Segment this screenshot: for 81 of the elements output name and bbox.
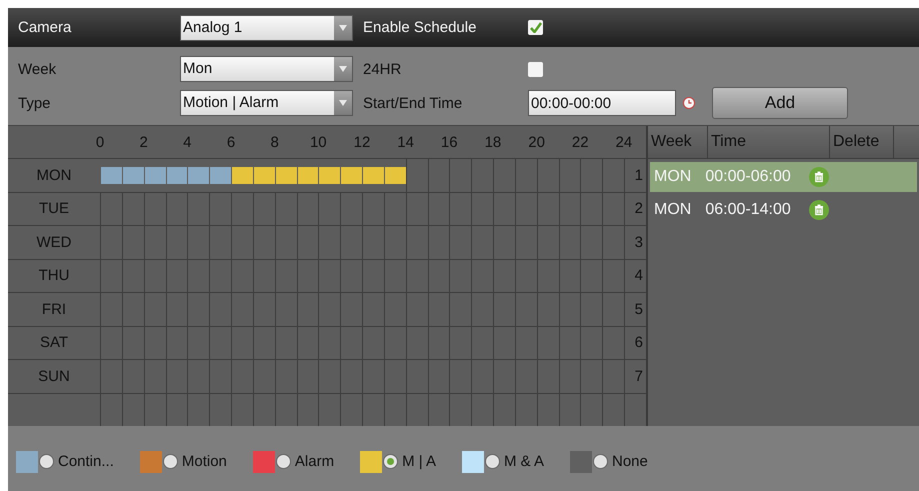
list-cell: 06:00-14:00: [705, 201, 791, 219]
day-label: SAT: [38, 334, 70, 352]
hour-label: 16: [440, 134, 459, 150]
trash-icon: [808, 200, 829, 220]
checkbox[interactable]: [528, 20, 543, 35]
schedule-block[interactable]: [319, 166, 340, 184]
legend-label: M | A: [402, 453, 436, 470]
legend-label: M & A: [504, 453, 544, 470]
field-label: Start/End Time: [362, 94, 464, 112]
legend-label: Alarm: [294, 453, 334, 470]
legend-label: Contin...: [58, 453, 114, 470]
column-header: Week: [648, 126, 708, 158]
list-cell: 00:00-06:00: [705, 168, 791, 186]
hour-label: 6: [226, 134, 236, 150]
column-header: Time: [708, 126, 830, 158]
column-header: Delete: [830, 126, 894, 158]
schedule-block[interactable]: [254, 166, 275, 184]
row-number: 3: [624, 226, 646, 258]
list-cell: MON: [654, 201, 692, 219]
checkmark-icon: [530, 22, 542, 33]
legend-label: Motion: [182, 453, 227, 470]
row-number: 7: [624, 360, 646, 392]
day-label: WED: [36, 234, 72, 251]
dropdown[interactable]: Analog 1: [180, 14, 353, 40]
radio-button[interactable]: [593, 454, 608, 469]
field-label: Enable Schedule: [362, 19, 478, 36]
caret-icon: [339, 24, 347, 30]
radio-button[interactable]: [484, 454, 500, 469]
radio-button[interactable]: [383, 454, 398, 469]
row-number: 4: [624, 260, 646, 292]
radio-button[interactable]: [39, 454, 54, 469]
hour-label: 8: [269, 134, 280, 150]
schedule-block[interactable]: [101, 166, 122, 184]
schedule-block[interactable]: [210, 166, 231, 184]
schedule-block[interactable]: [166, 166, 188, 184]
hour-label: 4: [182, 134, 192, 150]
field-label: Type: [17, 94, 52, 112]
hour-label: 24: [614, 134, 634, 150]
trash-icon: [808, 167, 829, 187]
row-number: 1: [624, 159, 646, 192]
hour-label: 10: [308, 134, 328, 150]
schedule-block[interactable]: [341, 166, 362, 184]
schedule-block[interactable]: [144, 166, 166, 184]
row-number: 2: [624, 192, 646, 225]
hour-label: 22: [570, 134, 590, 150]
dropdown[interactable]: Mon: [180, 56, 353, 82]
day-label: SUN: [37, 368, 71, 385]
schedule-block[interactable]: [232, 166, 253, 184]
schedule-block[interactable]: [276, 166, 296, 184]
day-label: TUE: [38, 200, 70, 218]
radio-button[interactable]: [276, 454, 291, 469]
list-cell: MON: [654, 168, 692, 186]
row-number: 5: [624, 293, 646, 326]
field-label: Week: [17, 60, 58, 78]
hour-label: 20: [527, 134, 546, 150]
field-label: Camera: [17, 19, 72, 36]
checkbox[interactable]: [528, 62, 543, 76]
day-label: MON: [36, 166, 72, 184]
schedule-block[interactable]: [363, 166, 384, 184]
clock-icon: [683, 97, 695, 109]
schedule-block[interactable]: [122, 166, 144, 184]
day-label: FRI: [40, 300, 68, 318]
radio-button[interactable]: [162, 454, 178, 469]
schedule-list-row[interactable]: MON 06:00-14:00: [650, 195, 917, 225]
schedule-block[interactable]: [298, 166, 318, 184]
hour-label: 12: [352, 134, 372, 150]
caret-icon: [339, 66, 347, 72]
add-button[interactable]: Add: [712, 87, 848, 119]
row-number: 6: [624, 326, 646, 359]
dropdown[interactable]: Motion | Alarm: [180, 90, 353, 116]
hour-label: 14: [396, 134, 415, 150]
hour-label: 2: [138, 134, 149, 150]
caret-icon: [339, 100, 347, 106]
time-input-field[interactable]: 00:00-00:00: [528, 90, 676, 116]
hour-label: 18: [484, 134, 502, 150]
day-label: THU: [38, 267, 70, 284]
schedule-block[interactable]: [384, 166, 406, 184]
hour-label: 0: [94, 134, 106, 150]
legend-label: None: [612, 453, 648, 470]
schedule-block[interactable]: [188, 166, 210, 184]
field-label: 24HR: [362, 60, 402, 78]
